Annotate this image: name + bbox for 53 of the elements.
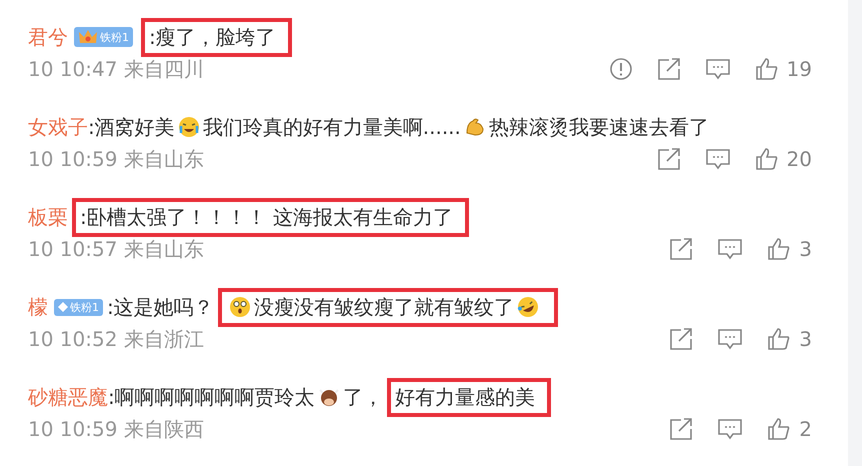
timestamp-location: 10 10:47 来自四川 bbox=[28, 56, 204, 82]
crown-icon bbox=[78, 28, 98, 46]
username[interactable]: 砂糖恶魔 bbox=[28, 384, 108, 410]
like-count: 3 bbox=[799, 327, 812, 351]
comment-text: 了， bbox=[342, 384, 383, 410]
like-button[interactable]: 19 bbox=[754, 57, 812, 81]
share-icon[interactable] bbox=[669, 237, 694, 261]
comment-text: 我们玲真的好有力量美啊...... bbox=[202, 114, 461, 140]
comment-text: :卧槽太强了！！！！ 这海报太有生命力了 bbox=[80, 204, 454, 230]
shocked-face-icon bbox=[228, 295, 252, 319]
timestamp-location: 10 10:57 来自山东 bbox=[28, 236, 204, 262]
like-button[interactable]: 3 bbox=[767, 327, 812, 351]
like-count: 20 bbox=[786, 147, 812, 171]
share-icon[interactable] bbox=[656, 57, 681, 81]
like-button[interactable]: 3 bbox=[767, 237, 812, 261]
share-icon[interactable] bbox=[669, 417, 694, 441]
timestamp-location: 10 10:52 来自浙江 bbox=[28, 326, 204, 352]
comment-text: :这是她吗？ bbox=[107, 294, 214, 320]
badge-label: 铁粉1 bbox=[70, 300, 99, 314]
like-button[interactable]: 20 bbox=[754, 147, 812, 171]
thumbs-up-icon bbox=[754, 57, 779, 81]
like-button[interactable]: 2 bbox=[767, 417, 812, 441]
comment-icon[interactable] bbox=[704, 57, 731, 81]
username[interactable]: 女戏子 bbox=[28, 114, 88, 140]
laughing-face-icon bbox=[516, 295, 540, 319]
username[interactable]: 檬 bbox=[28, 294, 48, 320]
share-icon[interactable] bbox=[669, 327, 694, 351]
thumbs-up-icon bbox=[767, 417, 792, 441]
comment-icon[interactable] bbox=[717, 237, 744, 261]
comment-text: :啊啊啊啊啊啊啊贾玲太 bbox=[108, 384, 315, 410]
comment-text: :瘦了，脸垮了 bbox=[149, 24, 276, 50]
share-icon[interactable] bbox=[656, 147, 681, 171]
timestamp-location: 10 10:59 来自山东 bbox=[28, 146, 204, 172]
like-count: 3 bbox=[799, 237, 812, 261]
like-count: 19 bbox=[786, 57, 812, 81]
username[interactable]: 君兮 bbox=[28, 24, 68, 50]
diamond-icon bbox=[58, 302, 68, 312]
crying-emoji-icon bbox=[176, 115, 201, 139]
comment-text: 没瘦没有皱纹瘦了就有皱纹了 bbox=[254, 294, 514, 320]
username[interactable]: 板栗 bbox=[28, 204, 68, 230]
thumbs-up-icon bbox=[767, 327, 792, 351]
comment-icon[interactable] bbox=[717, 417, 744, 441]
comment-text: 热辣滚烫我要速速去看了 bbox=[488, 114, 709, 140]
like-count: 2 bbox=[799, 417, 812, 441]
comment-text: 好有力量感的美 bbox=[394, 384, 535, 410]
warning-icon[interactable] bbox=[608, 57, 633, 81]
badge-label: 铁粉1 bbox=[100, 30, 129, 44]
comment-text: :酒窝好美 bbox=[88, 114, 175, 140]
comment-icon[interactable] bbox=[704, 147, 731, 171]
thumbs-up-icon bbox=[754, 147, 779, 171]
timestamp-location: 10 10:59 来自陕西 bbox=[28, 416, 204, 442]
thumbs-up-icon bbox=[767, 237, 792, 261]
comment-icon[interactable] bbox=[717, 327, 744, 351]
